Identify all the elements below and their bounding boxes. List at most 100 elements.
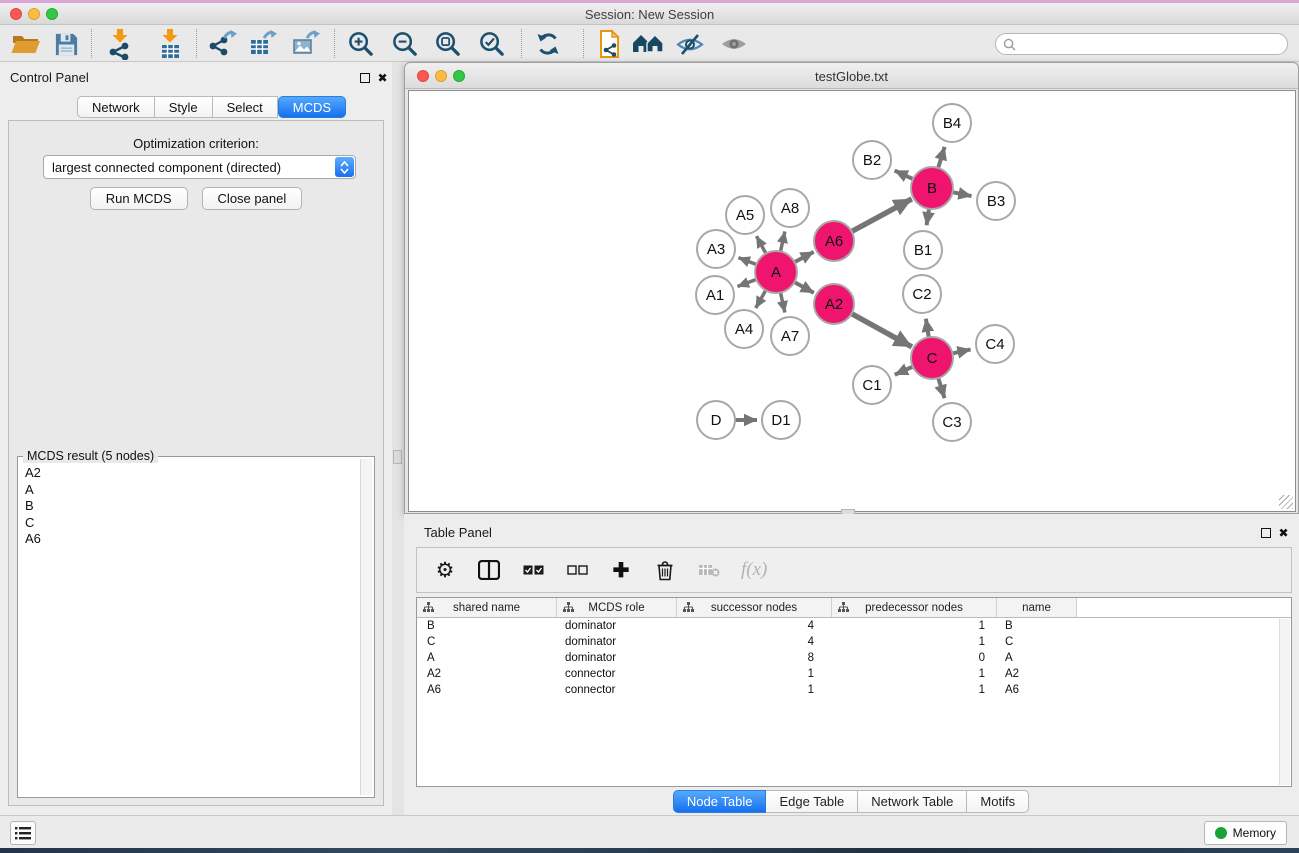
float-panel-icon[interactable] <box>358 71 371 84</box>
mcds-result-list[interactable]: A2 A B C A6 <box>20 459 360 795</box>
column-selector-icon[interactable] <box>477 557 501 583</box>
tab-node-table[interactable]: Node Table <box>673 790 767 813</box>
graph-edge-C-C1[interactable] <box>895 367 913 375</box>
table-row[interactable]: A2connector11A2 <box>417 666 1291 682</box>
new-network-from-selection-icon[interactable] <box>592 28 628 60</box>
search-field[interactable] <box>995 33 1288 55</box>
window-resize-grip[interactable] <box>1279 495 1293 509</box>
graph-node-A[interactable]: A <box>755 251 797 293</box>
graph-edge-B-B2[interactable] <box>895 171 913 180</box>
mcds-result-item[interactable]: B <box>25 498 356 515</box>
hide-selected-eye-slash-icon[interactable] <box>672 28 708 60</box>
mcds-result-item[interactable]: A6 <box>25 531 356 548</box>
memory-button[interactable]: Memory <box>1204 821 1287 845</box>
select-all-icon[interactable] <box>521 557 545 583</box>
graph-node-D[interactable]: D <box>697 401 735 439</box>
import-network-icon[interactable] <box>102 28 138 60</box>
tab-mcds[interactable]: MCDS <box>278 96 346 118</box>
network-window-titlebar[interactable]: testGlobe.txt <box>405 63 1298 89</box>
close-panel-button[interactable]: Close panel <box>202 187 303 210</box>
graph-node-A2[interactable]: A2 <box>814 284 854 324</box>
run-mcds-button[interactable]: Run MCDS <box>90 187 188 210</box>
graph-edge-A-A2[interactable] <box>794 282 813 293</box>
splitter-collapse-handle[interactable] <box>393 450 402 464</box>
mcds-result-item[interactable]: A2 <box>25 465 356 482</box>
graph-node-C3[interactable]: C3 <box>933 403 971 441</box>
graph-node-D1[interactable]: D1 <box>762 401 800 439</box>
graph-node-C2[interactable]: C2 <box>903 275 941 313</box>
table-row[interactable]: Cdominator41C <box>417 634 1291 650</box>
mcds-result-item[interactable]: C <box>25 515 356 532</box>
zoom-in-icon[interactable] <box>343 28 379 60</box>
graph-edge-A-A4[interactable] <box>756 290 766 308</box>
graph-node-A4[interactable]: A4 <box>725 310 763 348</box>
column-header-name[interactable]: name <box>997 598 1077 617</box>
import-table-icon[interactable] <box>152 28 188 60</box>
graph-node-B[interactable]: B <box>911 167 953 209</box>
tab-style[interactable]: Style <box>154 96 213 118</box>
graph-node-B3[interactable]: B3 <box>977 182 1015 220</box>
save-icon[interactable] <box>48 28 84 60</box>
graph-edge-A-A7[interactable] <box>780 293 784 313</box>
graph-edge-A-A3[interactable] <box>738 258 756 265</box>
column-header-predecessor-nodes[interactable]: predecessor nodes <box>832 598 997 617</box>
table-row[interactable]: Bdominator41B <box>417 618 1291 634</box>
table-row[interactable]: A6connector11A6 <box>417 682 1291 698</box>
graph-node-A7[interactable]: A7 <box>771 317 809 355</box>
show-hidden-eye-icon[interactable] <box>716 28 752 60</box>
graph-edge-A-A6[interactable] <box>795 252 814 262</box>
result-scrollbar[interactable] <box>360 459 372 795</box>
refresh-icon[interactable] <box>530 28 566 60</box>
graph-edge-C-C4[interactable] <box>952 349 970 353</box>
graph-node-B2[interactable]: B2 <box>853 141 891 179</box>
criterion-dropdown[interactable]: largest connected component (directed) <box>43 155 356 179</box>
graph-edge-A-A8[interactable] <box>780 231 784 251</box>
graph-node-A8[interactable]: A8 <box>771 189 809 227</box>
tab-motifs[interactable]: Motifs <box>966 790 1029 813</box>
vertical-splitter[interactable] <box>392 62 404 815</box>
export-table-icon[interactable] <box>245 28 281 60</box>
graph-edge-C-C3[interactable] <box>938 378 944 398</box>
export-image-icon[interactable] <box>288 28 324 60</box>
mcds-result-item[interactable]: A <box>25 482 356 499</box>
add-column-icon[interactable]: ✚ <box>609 557 633 583</box>
search-input[interactable] <box>1020 37 1287 51</box>
graph-node-A5[interactable]: A5 <box>726 196 764 234</box>
graph-edge-A-A5[interactable] <box>756 236 766 253</box>
delete-column-icon[interactable] <box>653 557 677 583</box>
network-graph[interactable]: A B C A6 A2 A1 A3 A4 A5 A7 A8 B1 B2 B3 B4 C1 C2 C3 C4 D D1 <box>409 91 1295 511</box>
graph-node-A1[interactable]: A1 <box>696 276 734 314</box>
tab-select[interactable]: Select <box>212 96 278 118</box>
zoom-selected-icon[interactable] <box>474 28 510 60</box>
deselect-all-icon[interactable] <box>565 557 589 583</box>
network-canvas[interactable]: A B C A6 A2 A1 A3 A4 A5 A7 A8 B1 B2 B3 B4 C1 C2 C3 C4 D D1 <box>408 90 1296 512</box>
export-network-icon[interactable] <box>203 28 239 60</box>
graph-edge-B-B1[interactable] <box>927 209 929 225</box>
column-header-shared-name[interactable]: shared name <box>417 598 557 617</box>
graph-node-C4[interactable]: C4 <box>976 325 1014 363</box>
graph-edge-B-B4[interactable] <box>938 147 944 168</box>
tab-network-table[interactable]: Network Table <box>857 790 967 813</box>
task-history-button[interactable] <box>10 821 36 845</box>
graph-node-A6[interactable]: A6 <box>814 221 854 261</box>
graph-edge-A-A1[interactable] <box>737 279 756 286</box>
open-folder-icon[interactable] <box>8 28 44 60</box>
table-row[interactable]: Adominator80A <box>417 650 1291 666</box>
table-scrollbar[interactable] <box>1279 619 1290 785</box>
graph-node-B1[interactable]: B1 <box>904 231 942 269</box>
show-all-houses-icon[interactable] <box>630 28 666 60</box>
zoom-fit-icon[interactable] <box>430 28 466 60</box>
float-panel-icon[interactable] <box>1259 526 1272 539</box>
graph-edge-C-C2[interactable] <box>926 319 929 338</box>
graph-node-C1[interactable]: C1 <box>853 366 891 404</box>
graph-node-C[interactable]: C <box>911 337 953 379</box>
zoom-out-icon[interactable] <box>387 28 423 60</box>
graph-node-B4[interactable]: B4 <box>933 104 971 142</box>
column-header-mcds-role[interactable]: MCDS role <box>557 598 677 617</box>
close-panel-icon[interactable]: ✖ <box>1277 526 1290 539</box>
graph-edge-A6-B[interactable] <box>852 199 912 232</box>
tab-edge-table[interactable]: Edge Table <box>765 790 858 813</box>
graph-node-A3[interactable]: A3 <box>697 230 735 268</box>
graph-edge-A2-C[interactable] <box>852 314 912 347</box>
close-panel-icon[interactable]: ✖ <box>376 71 389 84</box>
